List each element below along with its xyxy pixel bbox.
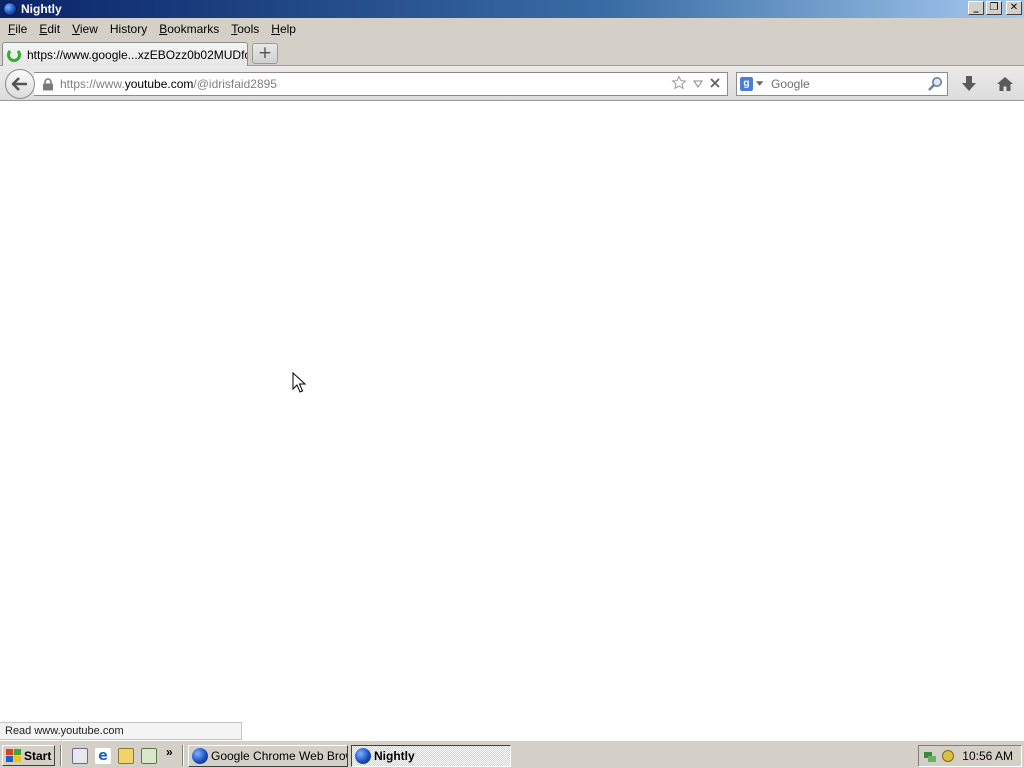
window-title: Nightly [21, 2, 62, 16]
search-bar[interactable]: g Google [736, 72, 948, 96]
menu-help-accel: H [271, 22, 280, 36]
tab-title: https://www.google...xzEBOzz0b02MUDfoSYj [27, 47, 247, 62]
internet-explorer-icon[interactable]: e [95, 748, 111, 764]
new-tab-button[interactable]: + [252, 43, 278, 64]
url-bar[interactable]: https://www.youtube.com/@idrisfaid2895 [34, 72, 728, 96]
magnifier-icon[interactable] [925, 73, 945, 95]
menu-history[interactable]: History [104, 22, 153, 36]
url-suffix: /@idrisfaid2895 [193, 77, 277, 91]
star-icon[interactable] [671, 74, 687, 94]
page-content[interactable] [0, 102, 1024, 740]
tab-active[interactable]: https://www.google...xzEBOzz0b02MUDfoSYj [2, 42, 248, 66]
dropdown-arrow-icon[interactable] [693, 77, 703, 91]
tab-strip: https://www.google...xzEBOzz0b02MUDfoSYj… [0, 40, 1024, 66]
url-prefix: https://www. [60, 77, 125, 91]
chrome-globe-icon [192, 748, 208, 764]
minimize-button[interactable]: _ [968, 1, 984, 15]
search-input[interactable]: Google [763, 77, 925, 91]
task-button-chrome[interactable]: Google Chrome Web Brow... [188, 745, 348, 767]
menu-edit-rest: dit [47, 22, 61, 36]
menu-bar: File Edit View History Bookmarks Tools H… [0, 18, 1024, 40]
menu-bookmarks-rest: ookmarks [167, 22, 220, 36]
engine-dropdown-icon [755, 81, 763, 86]
quicklaunch-divider [60, 745, 62, 766]
taskbar: Start e » Google Chrome Web Brow... Nigh… [0, 740, 1024, 768]
menu-view[interactable]: View [66, 22, 104, 36]
window-controls: _ ❐ ✕ [968, 1, 1022, 15]
menu-file-rest: ile [15, 22, 28, 36]
status-overlay: Read www.youtube.com [0, 722, 242, 740]
system-tray: 10:56 AM [918, 745, 1022, 767]
nightly-globe-icon [3, 2, 17, 16]
task-button-nightly[interactable]: Nightly [351, 745, 511, 767]
search-engine-selector[interactable]: g [737, 73, 763, 95]
loading-spinner-icon [7, 47, 21, 62]
close-window-button[interactable]: ✕ [1006, 1, 1022, 15]
lock-icon[interactable] [40, 76, 56, 92]
clock: 10:56 AM [962, 749, 1013, 763]
nightly-globe-icon [355, 748, 371, 764]
menu-view-accel: V [72, 22, 80, 36]
task-label-chrome: Google Chrome Web Brow... [211, 749, 347, 763]
start-button[interactable]: Start [2, 745, 55, 766]
url-text[interactable]: https://www.youtube.com/@idrisfaid2895 [60, 77, 671, 91]
google-engine-icon: g [740, 77, 753, 91]
menu-edit[interactable]: Edit [33, 22, 66, 36]
menu-help-rest: elp [279, 22, 296, 36]
menu-history-rest: History [109, 22, 148, 36]
media-player-icon[interactable] [141, 748, 157, 764]
menu-tools[interactable]: Tools [225, 22, 265, 36]
downloads-button[interactable] [958, 73, 980, 95]
restore-button[interactable]: ❐ [986, 1, 1002, 15]
start-label: Start [24, 748, 52, 763]
back-arrow-icon [11, 77, 27, 91]
show-desktop-icon[interactable] [72, 748, 88, 764]
stop-x-icon[interactable] [709, 77, 721, 92]
menu-bookmarks[interactable]: Bookmarks [153, 22, 225, 36]
navigation-toolbar: https://www.youtube.com/@idrisfaid2895 g… [0, 66, 1024, 101]
security-icon[interactable] [941, 749, 955, 763]
outlook-express-icon[interactable] [118, 748, 134, 764]
menu-help[interactable]: Help [265, 22, 302, 36]
url-bar-icons [671, 74, 721, 94]
network-icon[interactable] [923, 749, 937, 763]
mouse-pointer-icon [292, 372, 306, 393]
quicklaunch-more-icon[interactable]: » [166, 745, 173, 759]
home-button[interactable] [994, 73, 1016, 95]
download-arrow-icon [962, 76, 976, 91]
menu-tools-rest: ools [237, 22, 260, 36]
task-label-nightly: Nightly [374, 749, 415, 763]
menu-file[interactable]: File [2, 22, 33, 36]
window-title-bar[interactable]: Nightly _ ❐ ✕ [0, 0, 1024, 18]
windows-logo-icon [6, 749, 21, 762]
menu-view-rest: iew [79, 22, 98, 36]
url-host: youtube.com [124, 77, 194, 91]
home-icon [997, 77, 1013, 91]
tasks-divider [182, 745, 184, 766]
back-button[interactable] [5, 69, 35, 99]
